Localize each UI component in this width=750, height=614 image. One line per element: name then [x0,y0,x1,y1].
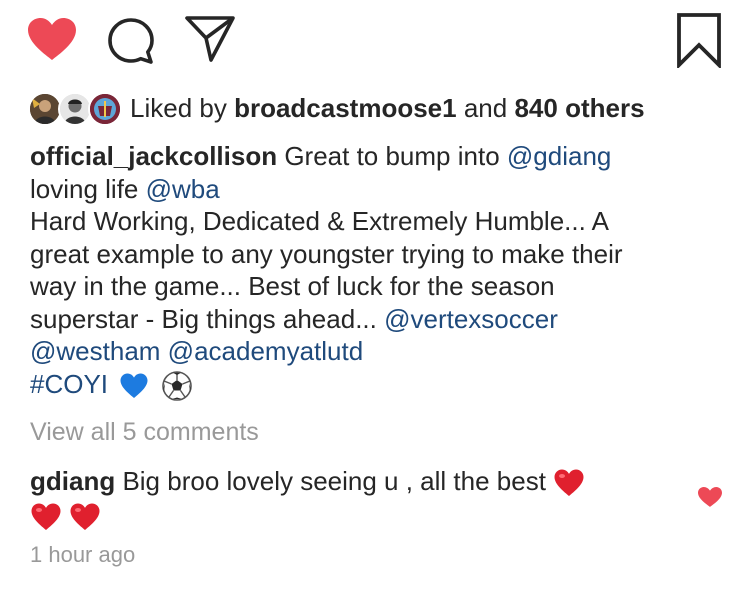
red-heart-emoji-icon [70,503,100,531]
mention-link[interactable]: @wba [146,174,220,204]
caption-line: great example to any youngster trying to… [30,238,623,269]
caption-line: loving life @wba [30,173,720,206]
bookmark-icon[interactable] [676,12,722,68]
avatar[interactable] [28,92,62,126]
caption-author-link[interactable]: official_jackcollison [30,141,277,171]
comment-line: gdiang Big broo lovely seeing u , all th… [30,464,670,498]
hashtag-link[interactable]: #COYI [30,369,108,399]
caption-line: @westham @academyatlutd [30,335,720,368]
caption-line: official_jackcollison Great to bump into… [30,140,720,173]
likes-text: Liked by broadcastmoose1 and 840 others [130,93,645,124]
liker-avatars[interactable] [28,92,122,126]
view-all-comments-link[interactable]: View all 5 comments [30,418,259,447]
red-heart-emoji-icon [31,503,61,531]
caption-line: #COYI [30,368,720,401]
comment-like-heart-icon[interactable] [697,486,723,508]
post-caption: official_jackcollison Great to bump into… [30,140,720,401]
likes-prefix: Liked by [130,92,227,123]
mention-link[interactable]: @gdiang [507,141,611,171]
comment-line [30,498,670,532]
soccer-ball-emoji-icon [161,370,192,401]
heart-filled-icon[interactable] [26,16,78,62]
mention-link[interactable]: @academyatlutd [168,336,364,366]
caption-line: superstar - Big things ahead... @vertexs… [30,303,720,336]
mention-link[interactable]: @vertexsoccer [384,304,558,334]
comment-author-link[interactable]: gdiang [30,466,115,496]
post-action-bar [0,0,750,80]
avatar[interactable] [58,92,92,126]
caption-text: superstar - Big things ahead... [30,303,385,334]
others-count-link[interactable]: 840 others [514,93,644,123]
caption-line: way in the game... Best of luck for the … [30,271,555,301]
avatar[interactable] [88,92,122,126]
first-liker-link[interactable]: broadcastmoose1 [234,93,457,123]
post-timestamp: 1 hour ago [30,542,136,567]
comment-bubble-icon[interactable] [106,16,156,66]
caption-text: loving life [30,173,146,204]
mention-link[interactable]: @westham [30,336,160,366]
caption-line: Hard Working, Dedicated & Extremely Humb… [30,206,609,236]
comment-text: Big broo lovely seeing u , all the best [115,466,554,496]
paper-plane-icon[interactable] [184,14,236,64]
caption-text: Great to bump into [277,141,507,171]
likes-summary[interactable]: Liked by broadcastmoose1 and 840 others [28,86,645,130]
likes-connector: and [463,92,508,123]
red-heart-emoji-icon [554,469,584,497]
comment-item: gdiang Big broo lovely seeing u , all th… [30,464,670,532]
blue-heart-emoji-icon [120,373,148,398]
